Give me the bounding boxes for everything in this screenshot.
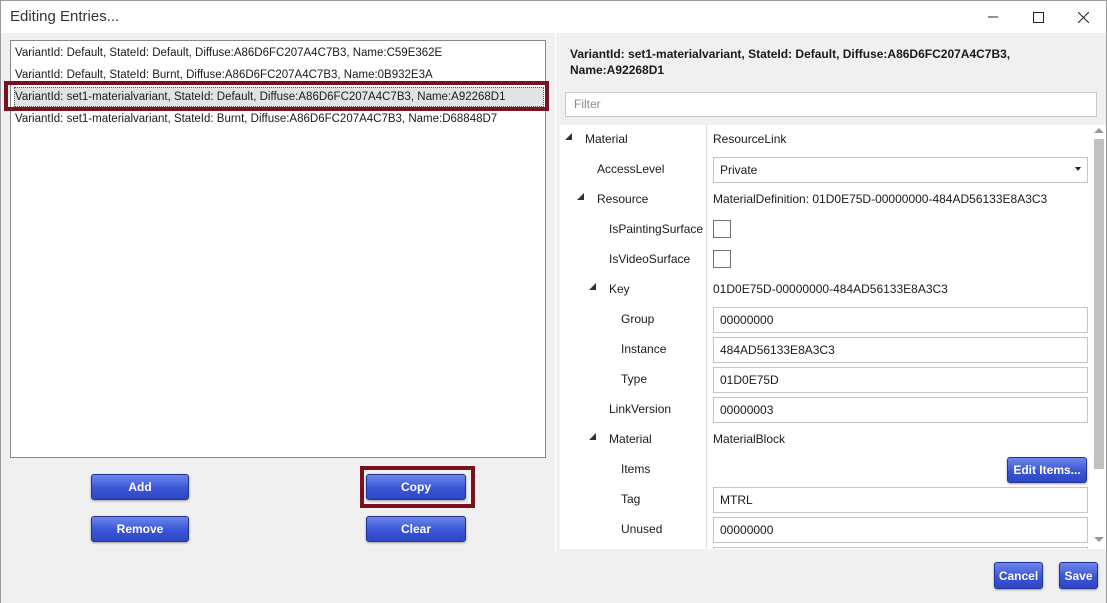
group-field[interactable]: 00000000	[713, 307, 1088, 333]
property-row-group: Group 00000000	[560, 305, 1090, 335]
property-name: IsPaintingSurface	[609, 222, 704, 236]
property-grid-scrollbar[interactable]	[1092, 125, 1104, 549]
partial-field[interactable]	[713, 547, 1088, 549]
property-name: Key	[609, 282, 630, 296]
property-name: Material	[609, 432, 652, 446]
property-value: MaterialDefinition: 01D0E75D-00000000-48…	[713, 192, 1048, 206]
add-button[interactable]: Add	[91, 474, 189, 500]
property-value: ResourceLink	[713, 132, 787, 146]
property-row-tag: Tag MTRL	[560, 485, 1090, 515]
access-level-dropdown[interactable]: Private	[713, 157, 1088, 183]
collapse-arrow-icon[interactable]	[577, 193, 584, 200]
maximize-icon	[1032, 11, 1044, 23]
property-value: 01D0E75D-00000000-484AD56133E8A3C3	[713, 282, 948, 296]
property-value: MaterialBlock	[713, 432, 786, 446]
property-row-items: Items Edit Items...	[560, 455, 1090, 485]
filter-input[interactable]: Filter	[565, 92, 1097, 117]
property-name: Instance	[621, 342, 667, 356]
title-bar: Editing Entries...	[1, 1, 1106, 33]
save-button[interactable]: Save	[1059, 562, 1098, 589]
property-row-instance: Instance 484AD56133E8A3C3	[560, 335, 1090, 365]
list-item-entry-4[interactable]: VariantId: set1-materialvariant, StateId…	[14, 109, 544, 129]
scroll-up-icon[interactable]	[1094, 128, 1104, 133]
property-row-type: Type 01D0E75D	[560, 365, 1090, 395]
property-name: Type	[621, 372, 648, 386]
property-row-unused: Unused 00000000	[560, 515, 1090, 545]
property-row-is-painting-surface: IsPaintingSurface	[560, 215, 1090, 245]
maximize-button[interactable]	[1015, 1, 1061, 33]
property-name: Group	[621, 312, 655, 326]
property-row-material-block: Material MaterialBlock	[560, 425, 1090, 455]
selected-entry-header: VariantId: set1-materialvariant, StateId…	[570, 47, 1011, 77]
dialog-footer: Cancel Save	[1, 551, 1106, 603]
property-name: Items	[621, 462, 651, 476]
list-item-entry-2[interactable]: VariantId: Default, StateId: Burnt, Diff…	[14, 65, 544, 85]
property-name: Resource	[597, 192, 649, 206]
editing-entries-window: Editing Entries... VariantId: Default, S…	[0, 0, 1107, 603]
property-name: Material	[585, 132, 628, 146]
property-name: Tag	[621, 492, 641, 506]
property-name: AccessLevel	[597, 162, 665, 176]
property-name: IsVideoSurface	[609, 252, 691, 266]
tag-field[interactable]: MTRL	[713, 487, 1088, 513]
list-item-entry-1[interactable]: VariantId: Default, StateId: Default, Di…	[14, 43, 544, 63]
window-title: Editing Entries...	[10, 8, 120, 25]
entries-panel: VariantId: Default, StateId: Default, Di…	[1, 33, 555, 551]
close-button[interactable]	[1060, 1, 1106, 33]
property-name: LinkVersion	[609, 402, 672, 416]
scroll-thumb[interactable]	[1094, 139, 1104, 469]
dropdown-value: Private	[720, 163, 758, 177]
collapse-arrow-icon[interactable]	[589, 283, 596, 290]
link-version-field[interactable]: 00000003	[713, 397, 1088, 423]
remove-button[interactable]: Remove	[91, 516, 189, 542]
details-panel: VariantId: set1-materialvariant, StateId…	[556, 33, 1106, 551]
scroll-down-icon[interactable]	[1094, 537, 1104, 542]
edit-items-button[interactable]: Edit Items...	[1007, 457, 1087, 483]
chevron-down-icon	[1075, 167, 1081, 171]
property-row-partial	[560, 545, 1090, 549]
property-name: Unused	[621, 522, 663, 536]
property-row-key: Key 01D0E75D-00000000-484AD56133E8A3C3	[560, 275, 1090, 305]
is-video-surface-checkbox[interactable]	[713, 250, 731, 268]
property-row-link-version: LinkVersion 00000003	[560, 395, 1090, 425]
property-grid: Material ResourceLink AccessLevel Privat…	[560, 125, 1106, 549]
instance-field[interactable]: 484AD56133E8A3C3	[713, 337, 1088, 363]
property-row-material: Material ResourceLink	[560, 125, 1090, 155]
cancel-button[interactable]: Cancel	[994, 562, 1043, 589]
unused-field[interactable]: 00000000	[713, 517, 1088, 543]
property-row-resource: Resource MaterialDefinition: 01D0E75D-00…	[560, 185, 1090, 215]
type-field[interactable]: 01D0E75D	[713, 367, 1088, 393]
property-row-is-video-surface: IsVideoSurface	[560, 245, 1090, 275]
collapse-arrow-icon[interactable]	[565, 133, 572, 140]
copy-button[interactable]: Copy	[366, 474, 466, 500]
list-item-entry-3-selected[interactable]: VariantId: set1-materialvariant, StateId…	[14, 87, 544, 107]
minimize-icon	[988, 12, 998, 22]
property-row-access-level: AccessLevel Private	[560, 155, 1090, 185]
is-painting-surface-checkbox[interactable]	[713, 220, 731, 238]
entries-list[interactable]: VariantId: Default, StateId: Default, Di…	[10, 40, 546, 458]
close-icon	[1077, 11, 1089, 23]
clear-button[interactable]: Clear	[366, 516, 466, 542]
minimize-button[interactable]	[970, 1, 1016, 33]
collapse-arrow-icon[interactable]	[589, 433, 596, 440]
